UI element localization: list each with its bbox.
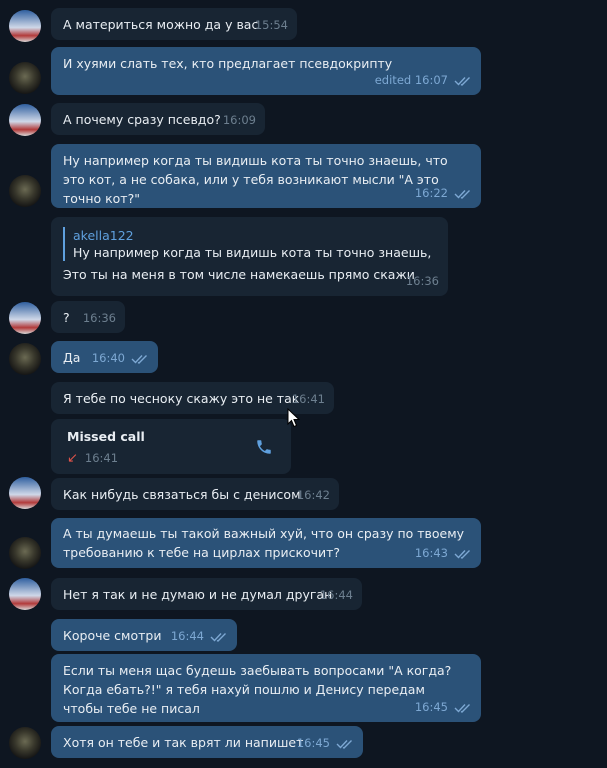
phone-icon[interactable] xyxy=(255,438,273,456)
reply-quote[interactable]: akella122 Ну например когда ты видишь ко… xyxy=(63,227,436,261)
double-check-icon xyxy=(454,703,470,713)
message-text: Хотя он тебе и так врят ли напишет xyxy=(63,735,304,750)
message-time: 16:43 xyxy=(414,546,448,560)
message-text: Как нибудь связаться бы с денисом xyxy=(63,487,301,502)
message-bubble[interactable]: Хотя он тебе и так врят ли напишет 16:45 xyxy=(51,726,363,758)
message-text: Если ты меня щас будешь заебывать вопрос… xyxy=(63,663,452,716)
message-bubble[interactable]: Нет я так и не думаю и не думал друган 1… xyxy=(51,578,362,610)
call-time: 16:41 xyxy=(84,451,119,465)
message-text: Да xyxy=(63,350,81,365)
message-text: Это ты на меня в том числе намекаешь пря… xyxy=(63,267,415,282)
message-text: И хуями слать тех, кто предлагает псевдо… xyxy=(63,56,393,71)
double-check-icon xyxy=(454,189,470,199)
message-bubble[interactable]: Да 16:40 xyxy=(51,341,158,373)
contact-avatar[interactable] xyxy=(9,477,41,509)
self-avatar[interactable] xyxy=(9,343,41,375)
double-check-icon xyxy=(454,76,470,86)
message-text: ? xyxy=(63,310,70,325)
message-bubble[interactable]: А материться можно да у вас 15:54 xyxy=(51,8,297,40)
self-avatar[interactable] xyxy=(9,727,41,759)
self-avatar[interactable] xyxy=(9,175,41,207)
message-time: 16:44 xyxy=(319,588,353,602)
message-bubble[interactable]: А почему сразу псевдо? 16:09 xyxy=(51,103,265,135)
message-time: 16:40 xyxy=(91,351,125,365)
message-bubble[interactable]: И хуями слать тех, кто предлагает псевдо… xyxy=(51,47,481,95)
message-time: 16:42 xyxy=(296,488,330,502)
message-time: edited 16:07 xyxy=(374,73,448,87)
double-check-icon xyxy=(336,739,352,749)
self-avatar[interactable] xyxy=(9,537,41,569)
message-text: А почему сразу псевдо? xyxy=(63,112,221,127)
double-check-icon xyxy=(210,632,226,642)
message-time: 15:54 xyxy=(254,18,288,32)
missed-call-bubble[interactable]: Missed call ↙ 16:41 xyxy=(51,419,291,474)
contact-avatar[interactable] xyxy=(9,104,41,136)
message-time: 16:22 xyxy=(414,186,448,200)
message-time: 16:45 xyxy=(414,700,448,714)
message-text: Я тебе по чесноку скажу это не так xyxy=(63,391,300,406)
message-time: 16:45 xyxy=(296,736,330,750)
message-time: 16:36 xyxy=(82,311,116,325)
message-time: 16:36 xyxy=(405,274,439,288)
message-time: 16:44 xyxy=(170,629,204,643)
reply-author: akella122 xyxy=(73,228,134,243)
contact-avatar[interactable] xyxy=(9,10,41,42)
message-bubble[interactable]: ? 16:36 xyxy=(51,301,125,333)
message-bubble[interactable]: akella122 Ну например когда ты видишь ко… xyxy=(51,217,448,296)
contact-avatar[interactable] xyxy=(9,302,41,334)
self-avatar[interactable] xyxy=(9,62,41,94)
contact-avatar[interactable] xyxy=(9,578,41,610)
message-text: А материться можно да у вас xyxy=(63,17,259,32)
message-text: Короче смотри xyxy=(63,628,162,643)
missed-call-arrow-icon: ↙ xyxy=(67,451,78,466)
message-text: Нет я так и не думаю и не думал друган xyxy=(63,587,333,602)
message-bubble[interactable]: Если ты меня щас будешь заебывать вопрос… xyxy=(51,654,481,722)
message-time: 16:09 xyxy=(222,113,256,127)
double-check-icon xyxy=(131,354,147,364)
message-bubble[interactable]: А ты думаешь ты такой важный хуй, что он… xyxy=(51,518,481,568)
message-time: 16:41 xyxy=(291,392,325,406)
call-title: Missed call xyxy=(67,429,145,444)
message-text: Ну например когда ты видишь кота ты точн… xyxy=(63,153,448,206)
message-bubble[interactable]: Как нибудь связаться бы с денисом 16:42 xyxy=(51,478,339,510)
message-bubble[interactable]: Ну например когда ты видишь кота ты точн… xyxy=(51,144,481,208)
reply-text: Ну например когда ты видишь кота ты точн… xyxy=(73,245,436,260)
double-check-icon xyxy=(454,549,470,559)
message-text: А ты думаешь ты такой важный хуй, что он… xyxy=(63,526,465,560)
mouse-cursor-icon xyxy=(287,408,300,428)
message-bubble[interactable]: Короче смотри 16:44 xyxy=(51,619,237,651)
